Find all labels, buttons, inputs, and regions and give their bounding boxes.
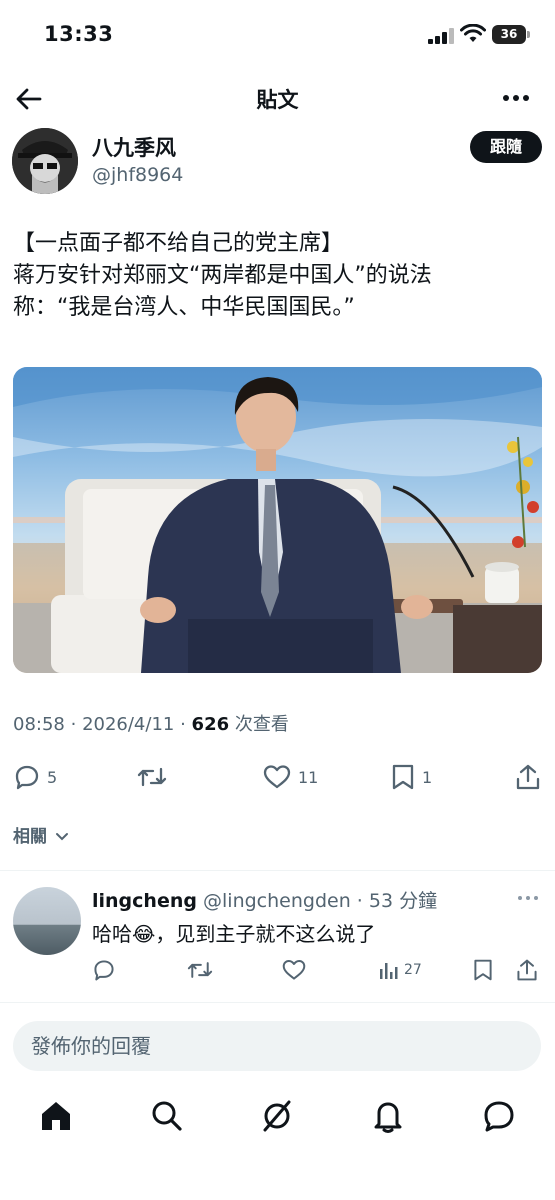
retweet-icon: [137, 767, 167, 787]
divider: [0, 870, 555, 871]
reply-actions: 27: [0, 956, 555, 988]
post-text-line: 称：“我是台湾人、中华民国国民。”: [13, 295, 355, 320]
post-actions: 5 11 1: [0, 752, 555, 800]
retweet-icon: [187, 962, 213, 978]
reply-avatar[interactable]: [13, 887, 81, 955]
reply-like-button[interactable]: [281, 956, 307, 984]
grok-icon[interactable]: [259, 1098, 295, 1134]
reply-text: 哈哈😂，见到主子就不这么说了: [92, 918, 375, 947]
reply-author-handle[interactable]: @lingchengden: [203, 890, 351, 912]
author-avatar-image: [12, 128, 78, 194]
reply-time: 53 分鐘: [368, 890, 438, 912]
post-views-label: 次查看: [234, 714, 289, 735]
signal-icon: [428, 28, 456, 44]
reply-text-part: 哈哈: [92, 922, 132, 946]
like-button[interactable]: 11: [262, 762, 318, 792]
share-icon: [516, 764, 540, 790]
bookmark-icon: [392, 764, 414, 790]
post-text: 【一点面子都不给自己的党主席】 蒋万安针对郑丽文“两岸都是中国人”的说法 称：“…: [13, 228, 543, 324]
post-text-line: 蒋万安针对郑丽文“两岸都是中国人”的说法: [13, 263, 432, 288]
reply-button[interactable]: 5: [13, 762, 57, 792]
reply-header: lingcheng @lingchengden · 53 分鐘: [92, 890, 438, 912]
like-count: 11: [298, 767, 319, 787]
author-name[interactable]: 八九季风: [92, 132, 176, 162]
post-time: 08:58: [13, 714, 65, 735]
notifications-bell-icon[interactable]: [370, 1098, 406, 1134]
related-label: 相關: [13, 827, 47, 847]
bookmark-icon: [474, 959, 492, 981]
views-chart-icon: [380, 963, 398, 979]
home-icon[interactable]: [38, 1098, 74, 1134]
reply-share-button[interactable]: [515, 956, 539, 984]
post-views-count: 626: [191, 714, 230, 735]
retweet-button[interactable]: [136, 762, 174, 792]
author-handle[interactable]: @jhf8964: [92, 164, 183, 186]
chevron-down-icon: [55, 833, 68, 841]
reply-icon: [15, 765, 39, 790]
post-meta: 08:58 · 2026/4/11 · 626 次查看: [13, 714, 289, 735]
top-header: 貼文: [0, 72, 555, 126]
reply-views-button[interactable]: 27: [378, 956, 422, 984]
reply-more-icon[interactable]: [517, 894, 539, 902]
laughing-emoji: 😂: [132, 922, 156, 946]
reply-bookmark-button[interactable]: [472, 956, 494, 984]
page-title: 貼文: [256, 88, 299, 112]
reply-composer-input[interactable]: 發佈你的回覆: [13, 1021, 541, 1071]
reply-reply-button[interactable]: [92, 956, 116, 984]
author-avatar[interactable]: [12, 128, 78, 194]
related-toggle[interactable]: 相關: [13, 822, 69, 847]
reply-count: 5: [47, 767, 58, 787]
divider: [0, 1002, 555, 1003]
wifi-icon: [460, 24, 486, 42]
reply-views-count: 27: [404, 962, 422, 978]
post-date: 2026/4/11: [82, 714, 175, 735]
battery-indicator: 36: [492, 25, 530, 44]
messages-icon[interactable]: [481, 1098, 517, 1134]
post-image[interactable]: [13, 367, 542, 673]
post-image-content: [13, 367, 542, 673]
reply-author-name[interactable]: lingcheng: [92, 890, 197, 912]
bottom-navigation: [0, 1090, 555, 1150]
post-text-line: 【一点面子都不给自己的党主席】: [13, 231, 344, 256]
heart-icon: [263, 765, 291, 789]
share-button[interactable]: [514, 762, 542, 792]
reply-text-part: ，见到主子就不这么说了: [155, 922, 376, 946]
reply-item[interactable]: lingcheng @lingchengden · 53 分鐘 哈哈😂，见到主子…: [0, 872, 555, 1000]
status-bar: 13:33 36: [0, 0, 555, 70]
search-icon[interactable]: [149, 1098, 185, 1134]
status-time: 13:33: [44, 22, 114, 46]
heart-icon: [282, 960, 306, 980]
bookmark-button[interactable]: 1: [390, 762, 432, 792]
follow-button[interactable]: 跟隨: [470, 131, 542, 163]
more-options-icon[interactable]: [501, 86, 531, 110]
reply-icon: [94, 960, 114, 981]
bookmark-count: 1: [422, 767, 433, 787]
share-icon: [517, 959, 537, 981]
reply-retweet-button[interactable]: [186, 956, 214, 984]
post-author: 八九季风 @jhf8964 跟隨: [12, 128, 542, 198]
